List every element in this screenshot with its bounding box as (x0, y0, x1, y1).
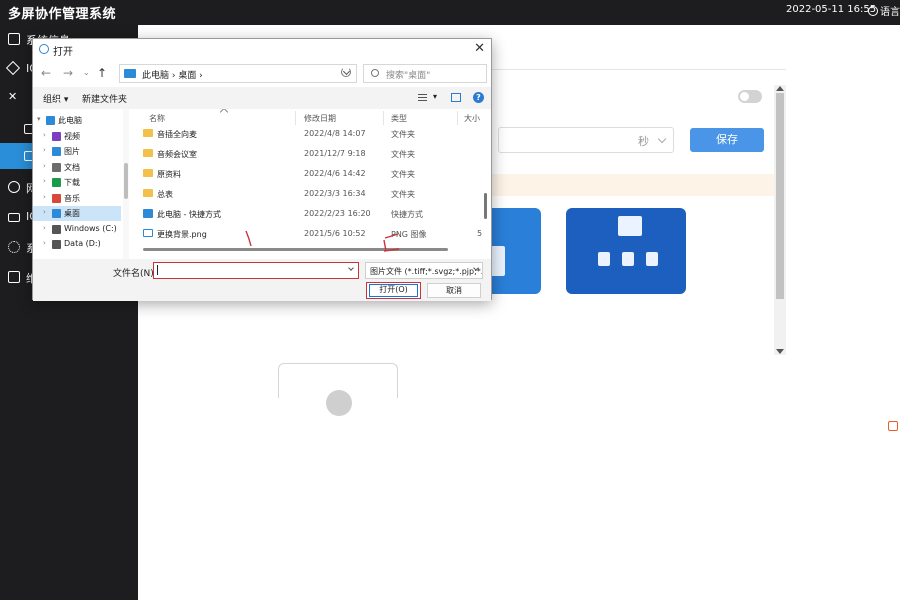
annotation-mark-2 (383, 233, 400, 252)
annotation-mark-1 (245, 230, 252, 247)
annotation-layer (245, 230, 400, 252)
